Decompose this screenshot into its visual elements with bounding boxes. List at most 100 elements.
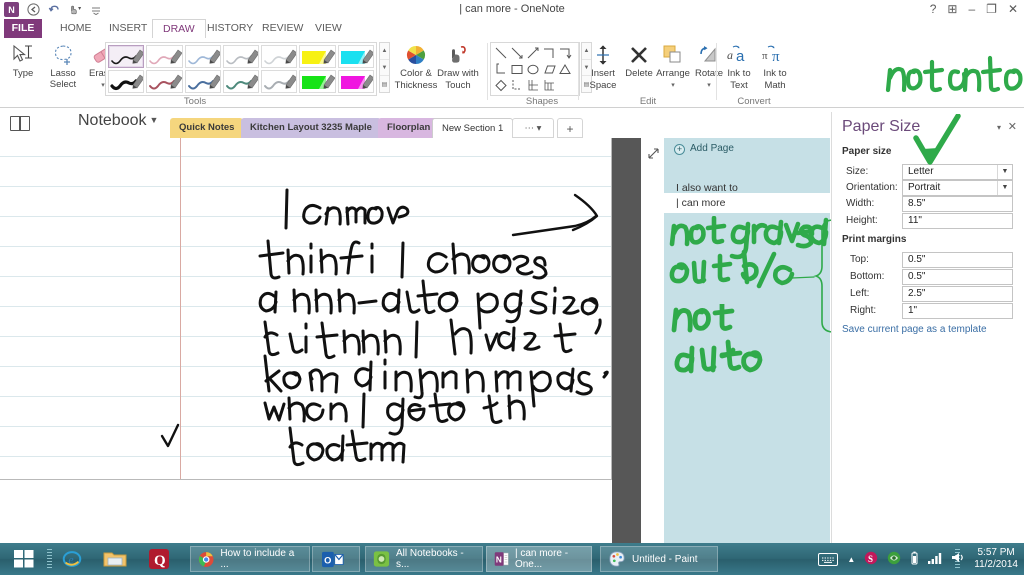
internet-explorer-icon[interactable]: e <box>57 546 87 572</box>
taskbar-task-chrome[interactable]: How to include a ... <box>190 546 310 572</box>
windows-start-icon[interactable] <box>4 545 44 573</box>
taskbar-task-outlook[interactable]: O <box>312 546 360 572</box>
add-page-button[interactable]: + Add Page <box>664 138 830 160</box>
canvas-side-gutter <box>612 138 641 543</box>
color-thickness-button[interactable]: Color & Thickness <box>392 41 440 91</box>
shape-diamond[interactable] <box>493 77 509 93</box>
pen-black-thin[interactable] <box>108 45 145 68</box>
lasso-select-button[interactable]: Lasso Select <box>42 41 84 90</box>
shape-parallelogram[interactable] <box>541 61 557 77</box>
shape-elbow-connector[interactable] <box>541 45 557 61</box>
pen-medium-gray[interactable] <box>261 70 298 93</box>
taskbar-task-evernote[interactable]: All Notebooks - s... <box>365 546 483 572</box>
width-input[interactable]: 8.5" <box>902 196 1013 212</box>
save-as-template-link[interactable]: Save current page as a template <box>842 324 987 335</box>
pen-light-blue[interactable] <box>184 45 221 68</box>
battery-icon[interactable] <box>910 551 919 568</box>
shape-elbow-dotted[interactable] <box>509 77 525 93</box>
height-input[interactable]: 11" <box>902 213 1013 229</box>
add-page-label: Add Page <box>690 143 734 154</box>
orientation-select[interactable]: Portrait ▼ <box>902 180 1013 196</box>
quicken-icon[interactable]: Q <box>144 546 174 572</box>
highlighter-cyan[interactable] <box>337 45 374 68</box>
chevron-down-icon[interactable]: ▼ <box>997 181 1012 195</box>
margin-top-input[interactable]: 0.5" <box>902 252 1013 268</box>
section-more-button[interactable]: ⋯ ▾ <box>512 118 554 138</box>
taskbar-task-paint[interactable]: Untitled - Paint <box>600 546 718 572</box>
chevron-down-icon[interactable]: ▼ <box>997 165 1012 179</box>
shapes-gallery[interactable] <box>490 42 580 96</box>
expand-page-icon[interactable] <box>643 143 663 163</box>
margin-right-input[interactable]: 1" <box>902 303 1013 319</box>
page-canvas[interactable] <box>0 138 612 480</box>
ink-to-math-button[interactable]: ππ Ink to Math <box>754 41 796 91</box>
shape-elbow-arrow[interactable] <box>557 45 573 61</box>
pane-caret-icon[interactable]: ▾ <box>997 123 1001 132</box>
pen-gray[interactable] <box>222 45 260 68</box>
tab-file[interactable]: FILE <box>4 19 42 38</box>
system-tray: ▲ S 5:57 PM 11/2/2014 <box>818 546 1018 572</box>
shape-elbow-left[interactable] <box>493 61 509 77</box>
pen-gallery-up-icon[interactable]: ▲ <box>380 43 389 60</box>
section-tab-new-section-1[interactable]: New Section 1 <box>432 118 514 139</box>
svg-text:S: S <box>868 554 873 564</box>
ribbon-display-options-icon[interactable]: ⊞ <box>947 2 957 16</box>
pen-gallery-down-icon[interactable]: ▼ <box>380 60 389 77</box>
svg-text:Q: Q <box>154 553 166 569</box>
network-shield-icon[interactable] <box>887 551 901 568</box>
pen-blue[interactable] <box>184 70 221 93</box>
volume-icon[interactable] <box>951 551 965 567</box>
signal-icon[interactable] <box>928 552 942 567</box>
taskbar-clock[interactable]: 5:57 PM 11/2/2014 <box>974 547 1018 571</box>
security-icon[interactable]: S <box>864 551 878 568</box>
shape-axis-chart[interactable] <box>525 77 541 93</box>
section-tab-floorplan[interactable]: Floorplan <box>378 118 440 138</box>
type-tool-button[interactable]: Type <box>2 41 44 79</box>
shape-line-arrow-down[interactable] <box>509 45 525 61</box>
highlighter-green[interactable] <box>299 70 336 93</box>
shape-axis-grid[interactable] <box>541 77 557 93</box>
pane-close-icon[interactable]: ✕ <box>1008 120 1017 133</box>
notebook-name-label: Notebook <box>78 112 147 129</box>
highlighter-yellow[interactable] <box>299 45 336 68</box>
shape-triangle[interactable] <box>557 61 573 77</box>
add-section-button[interactable]: + <box>557 118 583 138</box>
pen-gallery-scroll[interactable]: ▲ ▼ ▤ <box>379 42 390 93</box>
pen-dark-red[interactable] <box>146 70 183 93</box>
pen-row-2 <box>107 69 375 94</box>
pen-teal[interactable] <box>222 70 260 93</box>
keyboard-icon[interactable] <box>818 552 839 566</box>
shape-rectangle[interactable] <box>509 61 525 77</box>
taskbar-task-paint-label: Untitled - Paint <box>632 553 698 565</box>
highlighter-magenta[interactable] <box>337 70 374 93</box>
tab-home[interactable]: HOME <box>50 19 102 38</box>
help-icon[interactable]: ? <box>930 2 937 16</box>
notebook-list-icon[interactable] <box>10 116 30 131</box>
close-button[interactable]: ✕ <box>1008 2 1018 16</box>
taskbar-task-chrome-label: How to include a ... <box>220 548 295 570</box>
draw-with-touch-button[interactable]: Draw with Touch <box>434 41 482 91</box>
minimize-button[interactable]: – <box>968 2 975 16</box>
margin-bottom-input[interactable]: 0.5" <box>902 269 1013 285</box>
shape-ellipse[interactable] <box>525 61 541 77</box>
page-list-item-1[interactable]: | can more <box>664 193 830 213</box>
tab-insert[interactable]: INSERT <box>99 19 157 38</box>
ink-to-math-icon: ππ <box>754 41 796 67</box>
shape-line-arrow-up[interactable] <box>525 45 541 61</box>
restore-button[interactable]: ❐ <box>986 2 997 16</box>
file-explorer-icon[interactable] <box>100 546 130 572</box>
shape-line-diagonal[interactable] <box>493 45 509 61</box>
margin-left-input[interactable]: 2.5" <box>902 286 1013 302</box>
section-tab-kitchen-layout[interactable]: Kitchen Layout 3235 Maple <box>241 118 381 138</box>
taskbar-task-onenote[interactable]: N | can more - One... <box>486 546 592 572</box>
section-tab-quick-notes[interactable]: Quick Notes <box>170 118 244 138</box>
tab-view[interactable]: VIEW <box>305 19 352 38</box>
show-hidden-icons-icon[interactable]: ▲ <box>847 555 855 564</box>
pen-light-gray[interactable] <box>261 45 298 68</box>
pen-gallery-more-icon[interactable]: ▤ <box>380 76 389 92</box>
pen-row-1 <box>107 44 375 69</box>
pen-black-thick[interactable] <box>108 70 145 93</box>
chevron-down-icon[interactable]: ▼ <box>150 115 159 125</box>
pen-pink[interactable] <box>146 45 183 68</box>
notebook-name[interactable]: Notebook ▼ <box>78 112 158 130</box>
